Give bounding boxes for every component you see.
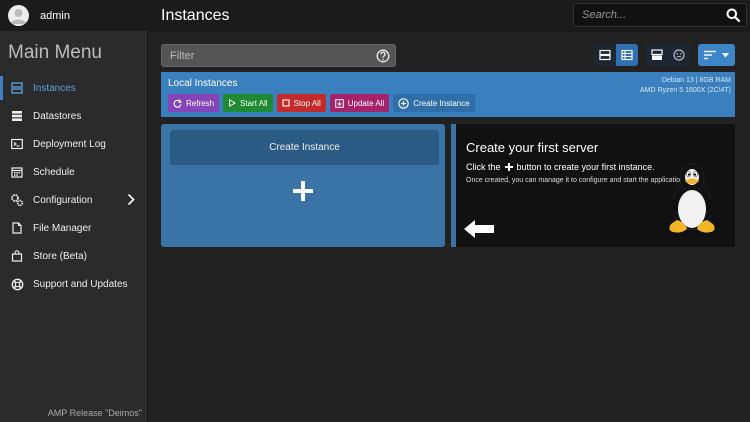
hint-line1-pre: Click the [466, 162, 501, 172]
stop-all-button[interactable]: Stop All [276, 94, 326, 112]
shopping-bag-icon [10, 249, 24, 263]
caret-down-icon [722, 52, 729, 57]
stop-icon [282, 99, 290, 107]
sidebar-item-label: Datastores [33, 110, 82, 122]
menu-title: Main Menu [8, 42, 102, 63]
sidebar-item-instances[interactable]: Instances [0, 74, 147, 102]
user-name: admin [40, 9, 70, 22]
refresh-icon [173, 98, 182, 108]
sidebar-item-schedule[interactable]: Schedule [0, 158, 147, 186]
rows-icon [599, 49, 611, 61]
search-box[interactable] [573, 3, 747, 27]
calendar-icon [10, 165, 24, 179]
sidebar-item-support[interactable]: Support and Updates [0, 270, 147, 298]
instances-icon [10, 81, 24, 95]
view-server-button[interactable] [646, 44, 668, 66]
release-label: AMP Release "Deimos" [47, 408, 142, 418]
search-input[interactable] [580, 8, 720, 22]
tux-penguin-icon [663, 162, 721, 239]
plus-circle-icon [398, 97, 409, 109]
update-all-button[interactable]: Update All [329, 94, 390, 112]
sidebar-item-label: Schedule [33, 166, 75, 178]
list-icon [621, 49, 633, 61]
sidebar-item-deployment-log[interactable]: Deployment Log [0, 130, 147, 158]
status-icon [673, 49, 685, 61]
download-icon [334, 98, 344, 108]
view-list-button[interactable] [616, 44, 638, 66]
sidebar-item-file-manager[interactable]: File Manager [0, 214, 147, 242]
filter-input[interactable] [168, 48, 358, 63]
sort-button[interactable] [698, 44, 735, 66]
avatar[interactable] [8, 5, 29, 26]
search-icon[interactable] [726, 8, 741, 27]
local-instances-title: Local Instances [168, 78, 238, 89]
first-server-hint: Create your first server Click the butto… [451, 124, 735, 247]
view-status-button[interactable] [668, 44, 690, 66]
plus-icon[interactable] [161, 180, 445, 207]
sidebar-item-label: Support and Updates [33, 278, 128, 290]
play-icon [229, 99, 237, 107]
file-icon [10, 221, 24, 235]
chevron-right-icon [127, 193, 135, 209]
gears-icon [10, 193, 24, 207]
help-icon[interactable] [376, 49, 390, 68]
sidebar-item-configuration[interactable]: Configuration [0, 186, 147, 214]
sidebar-item-label: File Manager [33, 222, 92, 234]
create-instance-card[interactable]: Create Instance [161, 124, 445, 247]
terminal-icon [10, 137, 24, 151]
sort-icon [704, 50, 716, 60]
user-icon [11, 9, 26, 24]
server-icon [651, 49, 663, 60]
sidebar-item-store[interactable]: Store (Beta) [0, 242, 147, 270]
instance-actions: Refresh Start All Stop All Update All Cr… [168, 94, 475, 112]
sidebar-item-label: Deployment Log [33, 138, 106, 150]
arrow-left-icon [464, 220, 494, 243]
refresh-button[interactable]: Refresh [168, 94, 220, 112]
datastores-icon [10, 109, 24, 123]
group-toggle [646, 44, 690, 66]
start-all-label: Start All [240, 98, 268, 108]
hint-title: Create your first server [466, 140, 599, 155]
refresh-label: Refresh [186, 98, 215, 108]
sidebar-item-datastores[interactable]: Datastores [0, 102, 147, 130]
start-all-button[interactable]: Start All [223, 94, 273, 112]
layout-toggle [594, 44, 638, 66]
hint-line2: Once created, you can manage it to confi… [466, 177, 686, 184]
card-create-instance-button[interactable]: Create Instance [170, 130, 439, 165]
system-info-cpu: AMD Ryzen 5 1600X (2C\4T) [639, 87, 731, 94]
sidebar-item-label: Store (Beta) [33, 250, 87, 262]
sidebar: Main Menu Instances Datastores Deploymen… [0, 32, 148, 422]
page-title: Instances [161, 7, 230, 24]
update-all-label: Update All [347, 98, 385, 108]
header: Instances [148, 0, 750, 32]
stop-all-label: Stop All [293, 98, 321, 108]
view-rows-button[interactable] [594, 44, 616, 66]
filter-box[interactable] [161, 44, 396, 67]
system-info: Debian 13 | 8GB RAM AMD Ryzen 5 1600X (2… [640, 76, 731, 96]
system-info-os: Debian 13 | 8GB RAM [661, 77, 731, 84]
user-area[interactable]: admin [0, 0, 148, 32]
sidebar-item-label: Configuration [33, 194, 93, 206]
create-instance-button[interactable]: Create Instance [393, 94, 475, 112]
plus-icon [504, 163, 513, 171]
local-instances-panel: Local Instances Debian 13 | 8GB RAM AMD … [161, 72, 735, 117]
create-instance-label: Create Instance [413, 98, 470, 108]
lifebuoy-icon [10, 277, 24, 291]
hint-line1: Click the button to create your first in… [466, 162, 655, 172]
sidebar-item-label: Instances [33, 82, 76, 94]
hint-line1-post: button to create your first instance. [516, 162, 655, 172]
